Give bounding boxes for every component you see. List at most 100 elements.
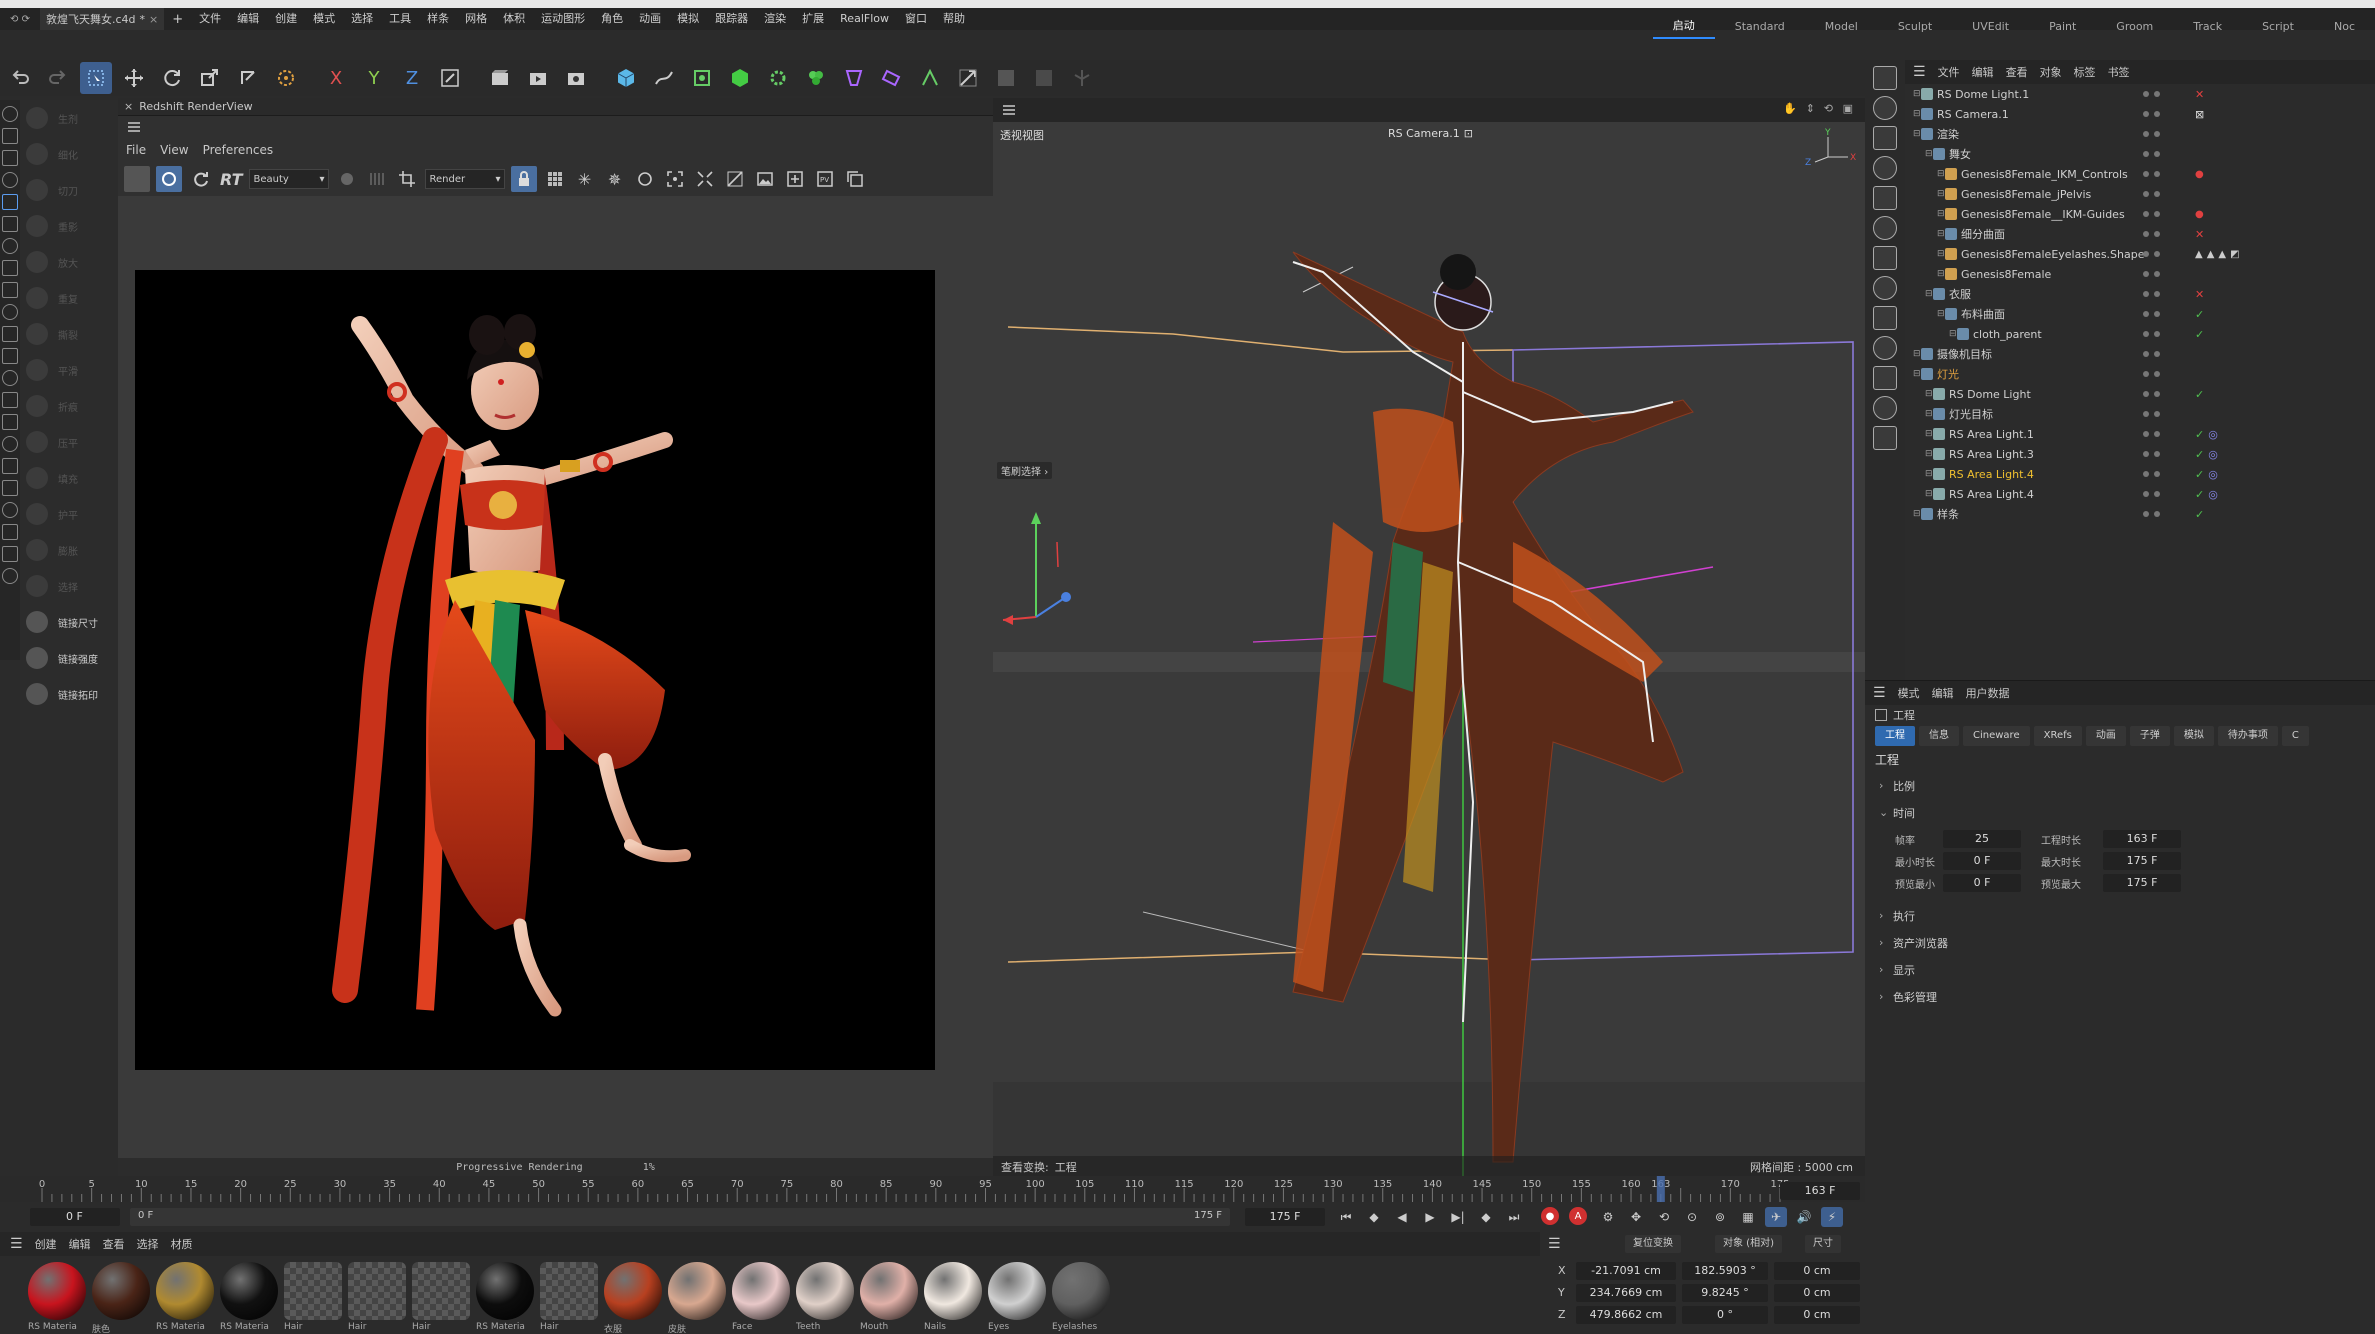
visibility-flags[interactable] [2143,311,2160,317]
render-visibility-dot[interactable] [2154,511,2160,517]
end-frame-field[interactable]: 175 F [1245,1208,1325,1226]
object-row[interactable]: ⊟ 灯光 [1905,364,2375,384]
layout-tab-8[interactable]: Script [2242,16,2314,38]
undo-arrows[interactable]: ⟲ ⟳ [0,14,40,25]
hamburger-icon[interactable] [126,119,142,135]
expand-toggle-icon[interactable]: ⊟ [1937,249,1945,259]
layout-tab-1[interactable]: Standard [1715,16,1805,38]
material-swatch[interactable] [28,1262,86,1320]
attribute-tab[interactable]: 信息 [1919,726,1959,746]
burst-icon[interactable]: ✵ [603,167,627,191]
position-field[interactable]: 234.7669 cm [1576,1284,1676,1302]
hamburger-icon[interactable]: ☰ [10,1236,23,1252]
attribute-tab[interactable]: 动画 [2085,726,2126,746]
expand-toggle-icon[interactable]: ⊟ [1925,489,1933,499]
grid-overlay-icon[interactable] [365,167,389,191]
attribute-tab[interactable]: 工程 [1875,726,1915,746]
enabled-check-icon[interactable]: ✓ [2195,328,2204,341]
render-visibility-dot[interactable] [2154,371,2160,377]
object-row[interactable]: ⊟ RS Dome Light.1 ✕ [1905,84,2375,104]
editor-visibility-dot[interactable] [2143,131,2149,137]
color-picker-icon[interactable] [335,167,359,191]
active-camera[interactable]: RS Camera.1 ⊡ [1388,127,1473,140]
hamburger-icon[interactable] [1001,102,1017,118]
expand-toggle-icon[interactable]: ⊟ [1925,289,1933,299]
render-visibility-dot[interactable] [2154,291,2160,297]
enabled-check-icon[interactable]: ✓ [2195,388,2204,401]
attribute-tab[interactable]: C [2281,726,2309,746]
material-menu-item[interactable]: 查看 [103,1236,125,1252]
enabled-check-icon[interactable]: ✓ [2195,308,2204,321]
object-row[interactable]: ⊟ 渲染 [1905,124,2375,144]
next-key-icon[interactable]: ◆ [1475,1207,1497,1227]
palette-item[interactable]: 折痕 [20,388,118,424]
layout-tab-9[interactable]: Noc [2314,16,2375,38]
render-visibility-dot[interactable] [2154,131,2160,137]
visibility-flags[interactable] [2143,271,2160,277]
mode-tool-icon-20[interactable] [2,546,18,562]
object-row[interactable]: ⊟ RS Area Light.1 ✓ ◎ [1905,424,2375,444]
material-swatch[interactable] [732,1262,790,1320]
object-row[interactable]: ⊟ 样条 ✓ [1905,504,2375,524]
mode-tool-icon-3[interactable] [2,172,18,188]
editor-visibility-dot[interactable] [2143,231,2149,237]
viewport-name[interactable]: 透视视图 [1000,127,1044,143]
field-icon[interactable] [876,62,908,94]
size-field[interactable]: 0 cm [1774,1284,1860,1302]
material-menu-item[interactable]: 创建 [35,1236,57,1252]
disabled-x-icon[interactable]: ✕ [2195,228,2204,241]
material-swatch[interactable] [476,1262,534,1320]
menu-item-17[interactable]: 窗口 [897,8,935,30]
editor-visibility-dot[interactable] [2143,331,2149,337]
layout-tab-3[interactable]: Sculpt [1878,16,1952,38]
visibility-flags[interactable] [2143,411,2160,417]
material-tag-icon[interactable]: ◩ [2230,249,2239,260]
spline-pen-icon[interactable] [648,62,680,94]
render-dropdown[interactable]: Render ▾ [424,169,505,189]
mode-tool-icon-16[interactable] [2,458,18,474]
mograph-icon[interactable] [800,62,832,94]
material-tag-icon[interactable]: ▲ [2218,249,2226,260]
material-swatch[interactable] [860,1262,918,1320]
visibility-flags[interactable] [2143,91,2160,97]
palette-item[interactable]: 平滑 [20,352,118,388]
object-row[interactable]: ⊟ RS Camera.1 ⊠ [1905,104,2375,124]
scene-icon[interactable] [914,62,946,94]
deformer-icon[interactable] [838,62,870,94]
editor-visibility-dot[interactable] [2143,411,2149,417]
pan-icon[interactable]: ✋ [1783,102,1797,115]
transform-icon[interactable] [232,62,264,94]
live-selection-icon[interactable] [80,62,112,94]
menu-item-7[interactable]: 网格 [457,8,495,30]
render-to-picture-viewer-icon[interactable] [522,62,554,94]
attribute-tab[interactable]: 模拟 [2173,726,2214,746]
mode-tool-icon-8[interactable] [2,282,18,298]
visibility-flags[interactable] [2143,191,2160,197]
editor-visibility-dot[interactable] [2143,451,2149,457]
menu-item-14[interactable]: 渲染 [756,8,794,30]
mode-tool-icon-7[interactable] [2,260,18,276]
expand-toggle-icon[interactable]: ⊟ [1913,369,1921,379]
editor-visibility-dot[interactable] [2143,471,2149,477]
editor-visibility-dot[interactable] [2143,391,2149,397]
material-swatch[interactable] [924,1262,982,1320]
visibility-flags[interactable] [2143,131,2160,137]
attribute-menu-item[interactable]: 用户数据 [1966,685,2010,701]
keyframe-settings-icon[interactable]: ⚙ [1597,1207,1619,1227]
render-visibility-dot[interactable] [2154,491,2160,497]
object-menu-item[interactable]: 编辑 [1972,64,1994,80]
material-swatch[interactable] [348,1262,406,1320]
light-tag-icon[interactable]: ◎ [2208,448,2218,461]
hamburger-icon[interactable]: ☰ [1548,1236,1561,1252]
position-field[interactable]: -21.7091 cm [1576,1262,1676,1280]
render-visibility-dot[interactable] [2154,411,2160,417]
attribute-tab[interactable]: 子弹 [2129,726,2170,746]
visibility-flags[interactable] [2143,511,2160,517]
cube-icon[interactable] [610,62,642,94]
attribute-menu-item[interactable]: 模式 [1898,685,1920,701]
render-visibility-dot[interactable] [2154,211,2160,217]
expand-toggle-icon[interactable]: ⊟ [1937,209,1945,219]
brush-select-label[interactable]: 笔刷选择 › [997,462,1053,479]
object-menu-item[interactable]: 文件 [1938,64,1960,80]
expand-toggle-icon[interactable]: ⊟ [1937,169,1945,179]
